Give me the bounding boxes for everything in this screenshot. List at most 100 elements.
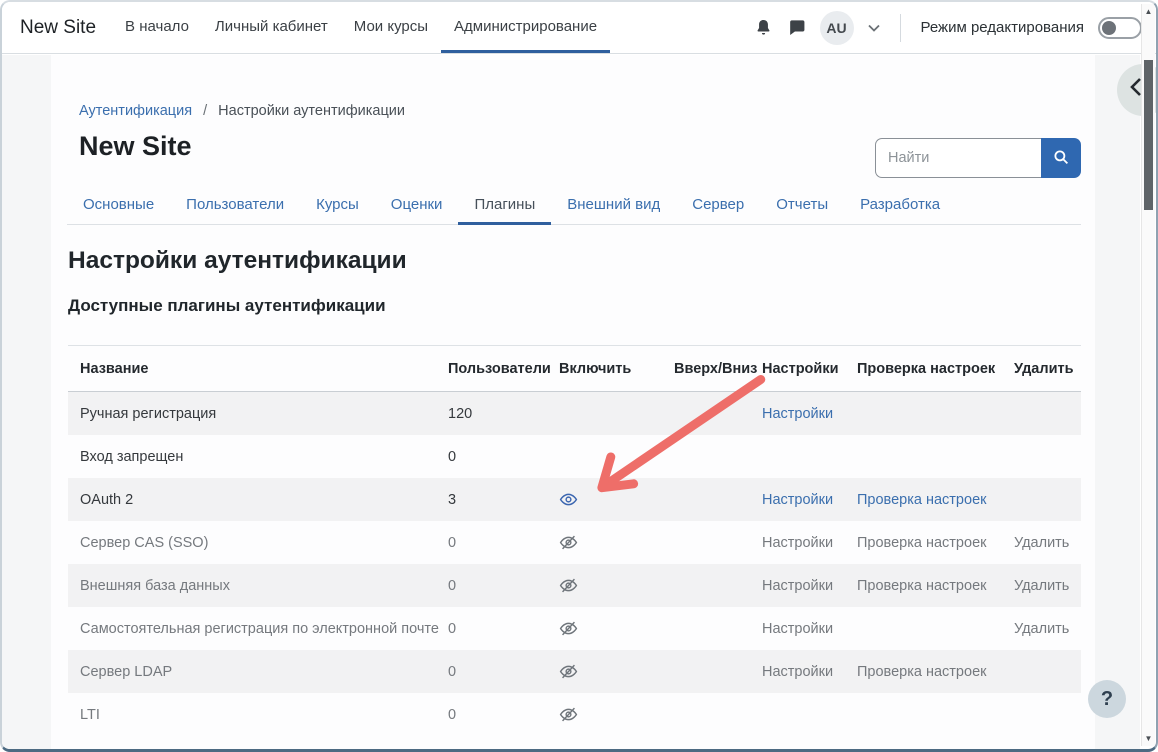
table-body: Ручная регистрация120 Настройки Вход запре… xyxy=(68,392,1081,736)
navbar: New Site В началоЛичный кабинетМои курсы… xyxy=(2,2,1156,54)
delete-link[interactable]: Удалить xyxy=(1014,621,1069,637)
nav-item-3[interactable]: Администрирование xyxy=(441,2,610,53)
enable-toggle-cell xyxy=(547,662,662,681)
page-background: Аутентификация / Настройки аутентификаци… xyxy=(2,55,1140,749)
eye-slash-icon[interactable] xyxy=(559,705,578,724)
navbar-divider xyxy=(900,14,901,42)
plugin-name-cell: OAuth 2 xyxy=(68,492,436,508)
breadcrumb-separator: / xyxy=(203,103,207,119)
nav-item-0[interactable]: В начало xyxy=(112,2,202,53)
navbar-right: AU Режим редактирования xyxy=(754,2,1142,53)
scrollbar-thumb[interactable] xyxy=(1144,60,1153,210)
chevron-left-icon xyxy=(1129,77,1142,103)
settings-link[interactable]: Настройки xyxy=(762,406,833,422)
tab-2[interactable]: Курсы xyxy=(300,186,375,225)
users-count-cell: 0 xyxy=(436,621,547,637)
delete-cell: Удалить xyxy=(1002,578,1081,594)
delete-cell: Удалить xyxy=(1002,621,1081,637)
table-row: Самостоятельная регистрация по электронн… xyxy=(68,607,1081,650)
eye-slash-icon[interactable] xyxy=(559,576,578,595)
settings-cell: Настройки xyxy=(750,621,845,637)
scrollbar[interactable]: ▲ ▼ xyxy=(1141,4,1155,746)
primary-nav: В началоЛичный кабинетМои курсыАдминистр… xyxy=(112,2,610,53)
eye-slash-icon[interactable] xyxy=(559,662,578,681)
search-input[interactable] xyxy=(875,138,1041,178)
edit-mode-label: Режим редактирования xyxy=(921,19,1084,36)
settings-link[interactable]: Настройки xyxy=(762,492,833,508)
nav-item-2[interactable]: Мои курсы xyxy=(341,2,441,53)
tab-8[interactable]: Разработка xyxy=(844,186,956,225)
user-avatar[interactable]: AU xyxy=(820,11,854,45)
test-settings-cell: Проверка настроек xyxy=(845,492,1002,508)
test-settings-cell: Проверка настроек xyxy=(845,535,1002,551)
enable-toggle-cell xyxy=(547,576,662,595)
messages-chat-icon[interactable] xyxy=(787,18,806,37)
tab-0[interactable]: Основные xyxy=(67,186,170,225)
scrollbar-up-arrow-icon[interactable]: ▲ xyxy=(1142,7,1155,16)
column-header-5: Проверка настроек xyxy=(845,361,1002,377)
main-content: Аутентификация / Настройки аутентификаци… xyxy=(51,55,1095,749)
table-row: Сервер LDAP0НастройкиПроверка настроек xyxy=(68,650,1081,693)
column-header-2: Включить xyxy=(547,361,662,377)
column-header-6: Удалить xyxy=(1002,361,1081,377)
user-menu-chevron-down-icon[interactable] xyxy=(868,24,880,32)
toggle-knob xyxy=(1102,21,1116,35)
settings-cell: Настройки xyxy=(750,535,845,551)
test-settings-link[interactable]: Проверка настроек xyxy=(857,535,986,551)
section-heading: Настройки аутентификации xyxy=(68,247,1095,275)
settings-link[interactable]: Настройки xyxy=(762,535,833,551)
tab-1[interactable]: Пользователи xyxy=(170,186,300,225)
auth-plugins-table: НазваниеПользователиВключитьВверх/ВнизНа… xyxy=(68,345,1081,736)
users-count-cell: 0 xyxy=(436,578,547,594)
tab-3[interactable]: Оценки xyxy=(375,186,459,225)
plugin-name-cell: Ручная регистрация xyxy=(68,406,436,422)
column-header-4: Настройки xyxy=(750,361,845,377)
table-row: Ручная регистрация120 Настройки xyxy=(68,392,1081,435)
tab-6[interactable]: Сервер xyxy=(676,186,760,225)
plugin-name-cell: Самостоятельная регистрация по электронн… xyxy=(68,621,436,637)
search-icon xyxy=(1052,148,1070,169)
users-count-cell: 120 xyxy=(436,406,547,422)
tab-7[interactable]: Отчеты xyxy=(760,186,844,225)
tab-5[interactable]: Внешний вид xyxy=(551,186,676,225)
test-settings-link[interactable]: Проверка настроек xyxy=(857,492,986,508)
settings-link[interactable]: Настройки xyxy=(762,621,833,637)
test-settings-link[interactable]: Проверка настроек xyxy=(857,578,986,594)
settings-link[interactable]: Настройки xyxy=(762,664,833,680)
settings-cell: Настройки xyxy=(750,492,845,508)
delete-link[interactable]: Удалить xyxy=(1014,578,1069,594)
delete-link[interactable]: Удалить xyxy=(1014,535,1069,551)
test-settings-link[interactable]: Проверка настроек xyxy=(857,664,986,680)
site-brand[interactable]: New Site xyxy=(20,2,96,53)
eye-slash-icon[interactable] xyxy=(559,619,578,638)
nav-item-1[interactable]: Личный кабинет xyxy=(202,2,341,53)
scrollbar-down-arrow-icon[interactable]: ▼ xyxy=(1142,734,1155,743)
settings-cell: Настройки xyxy=(750,406,845,422)
enable-toggle-cell xyxy=(547,619,662,638)
users-count-cell: 0 xyxy=(436,707,547,723)
site-search xyxy=(875,138,1081,178)
plugin-name-cell: Сервер CAS (SSO) xyxy=(68,535,436,551)
screenshot-frame: New Site В началоЛичный кабинетМои курсы… xyxy=(0,0,1158,752)
notifications-bell-icon[interactable] xyxy=(754,18,773,37)
breadcrumb-link-authentication[interactable]: Аутентификация xyxy=(79,103,192,119)
settings-tabs: ОсновныеПользователиКурсыОценкиПлагиныВн… xyxy=(67,186,1081,225)
test-settings-cell: Проверка настроек xyxy=(845,664,1002,680)
table-row: Вход запрещен0 xyxy=(68,435,1081,478)
plugin-name-cell: Сервер LDAP xyxy=(68,664,436,680)
edit-mode-toggle[interactable] xyxy=(1098,17,1142,39)
table-row: OAuth 23НастройкиПроверка настроек xyxy=(68,478,1081,521)
help-button[interactable]: ? xyxy=(1088,680,1126,718)
users-count-cell: 0 xyxy=(436,449,547,465)
eye-icon[interactable] xyxy=(559,490,578,509)
table-row: LTI0 xyxy=(68,693,1081,736)
search-button[interactable] xyxy=(1041,138,1081,178)
test-settings-cell: Проверка настроек xyxy=(845,578,1002,594)
settings-cell: Настройки xyxy=(750,664,845,680)
eye-slash-icon[interactable] xyxy=(559,533,578,552)
settings-cell: Настройки xyxy=(750,578,845,594)
column-header-1: Пользователи xyxy=(436,361,547,377)
tab-4[interactable]: Плагины xyxy=(458,186,551,225)
enable-toggle-cell xyxy=(547,705,662,724)
settings-link[interactable]: Настройки xyxy=(762,578,833,594)
